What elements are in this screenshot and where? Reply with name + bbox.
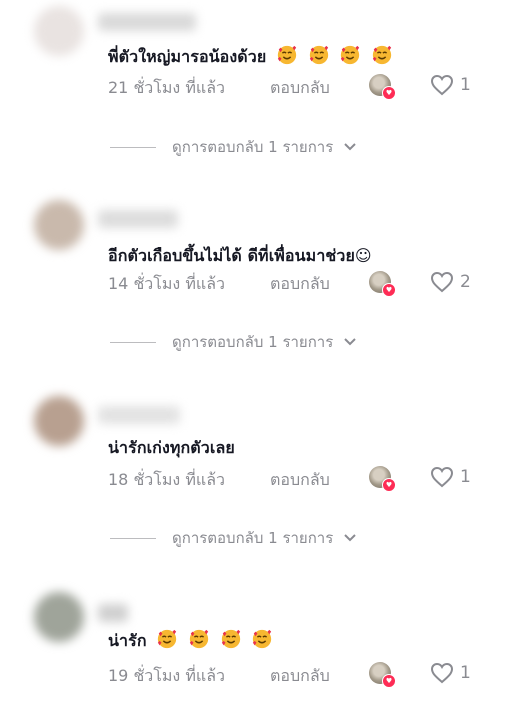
creator-liked-avatar: ♥ xyxy=(369,662,396,688)
view-replies-button[interactable]: ดูการตอบกลับ 1 รายการ xyxy=(110,135,357,159)
reply-button[interactable]: ตอบกลับ xyxy=(270,664,330,689)
smiling-face-with-hearts-icon xyxy=(276,44,298,66)
commenter-username-blurred[interactable] xyxy=(98,406,180,424)
chevron-down-icon xyxy=(344,143,356,151)
smiling-face-with-hearts-icon xyxy=(371,44,393,66)
commenter-avatar[interactable] xyxy=(34,200,84,250)
view-replies-label: ดูการตอบกลับ 1 รายการ xyxy=(172,138,334,156)
comment-text: น่ารักเก่งทุกตัวเลย xyxy=(108,436,235,461)
chevron-down-icon xyxy=(344,338,356,346)
creator-liked-avatar: ♥ xyxy=(369,271,396,297)
commenter-username-blurred[interactable] xyxy=(98,13,196,31)
like-count: 1 xyxy=(460,75,471,95)
smiling-face-with-hearts-icon xyxy=(156,628,178,650)
heart-outline-icon xyxy=(430,271,454,293)
comment-text: พี่ตัวใหญ่มารอน้องด้วย xyxy=(108,44,393,70)
divider xyxy=(110,146,156,148)
smiling-face-with-hearts-icon xyxy=(251,628,273,650)
creator-heart-badge-icon: ♥ xyxy=(382,283,396,297)
creator-heart-badge-icon: ♥ xyxy=(382,478,396,492)
heart-outline-icon xyxy=(430,662,454,684)
chevron-down-icon xyxy=(344,534,356,542)
heart-outline-icon xyxy=(430,74,454,96)
commenter-avatar[interactable] xyxy=(34,592,84,642)
like-count: 1 xyxy=(460,663,471,683)
reply-button[interactable]: ตอบกลับ xyxy=(270,76,330,101)
smiling-face-with-hearts-icon xyxy=(308,44,330,66)
commenter-username-blurred[interactable] xyxy=(98,604,128,622)
commenter-avatar[interactable] xyxy=(34,396,84,446)
divider xyxy=(110,537,156,539)
creator-heart-badge-icon: ♥ xyxy=(382,86,396,100)
reply-button[interactable]: ตอบกลับ xyxy=(270,272,330,297)
reply-button[interactable]: ตอบกลับ xyxy=(270,468,330,493)
comment-timestamp: 18 ชั่วโมง ที่แล้ว xyxy=(108,470,225,489)
comment-timestamp: 19 ชั่วโมง ที่แล้ว xyxy=(108,666,225,685)
comment-body: พี่ตัวใหญ่มารอน้องด้วย xyxy=(108,47,267,66)
creator-liked-avatar: ♥ xyxy=(369,74,396,100)
smiling-face-with-hearts-icon xyxy=(188,628,210,650)
like-button[interactable]: 1 xyxy=(430,74,471,96)
comment-body: น่ารัก xyxy=(108,631,147,650)
view-replies-button[interactable]: ดูการตอบกลับ 1 รายการ xyxy=(110,526,357,550)
like-button[interactable]: 1 xyxy=(430,466,471,488)
smiling-face-with-hearts-icon xyxy=(339,44,361,66)
like-count: 1 xyxy=(460,467,471,487)
creator-liked-avatar: ♥ xyxy=(369,466,396,492)
comment-timestamp: 21 ชั่วโมง ที่แล้ว xyxy=(108,78,225,97)
creator-heart-badge-icon: ♥ xyxy=(382,674,396,688)
view-replies-button[interactable]: ดูการตอบกลับ 1 รายการ xyxy=(110,330,357,354)
commenter-avatar[interactable] xyxy=(34,6,84,56)
divider xyxy=(110,341,156,343)
comment-text: อีกตัวเกือบขึ้นไม่ได้ ดีที่เพื่อนมาช่วย☺ xyxy=(108,244,372,269)
view-replies-label: ดูการตอบกลับ 1 รายการ xyxy=(172,333,334,351)
comment-timestamp: 14 ชั่วโมง ที่แล้ว xyxy=(108,274,225,293)
comment-body: น่ารักเก่งทุกตัวเลย xyxy=(108,438,235,457)
like-button[interactable]: 2 xyxy=(430,271,471,293)
like-button[interactable]: 1 xyxy=(430,662,471,684)
commenter-username-blurred[interactable] xyxy=(98,210,178,228)
heart-outline-icon xyxy=(430,466,454,488)
view-replies-label: ดูการตอบกลับ 1 รายการ xyxy=(172,529,334,547)
like-count: 2 xyxy=(460,272,471,292)
smiling-face-with-hearts-icon xyxy=(220,628,242,650)
comment-body: อีกตัวเกือบขึ้นไม่ได้ ดีที่เพื่อนมาช่วย☺ xyxy=(108,246,372,265)
comment-text: น่ารัก xyxy=(108,628,273,654)
